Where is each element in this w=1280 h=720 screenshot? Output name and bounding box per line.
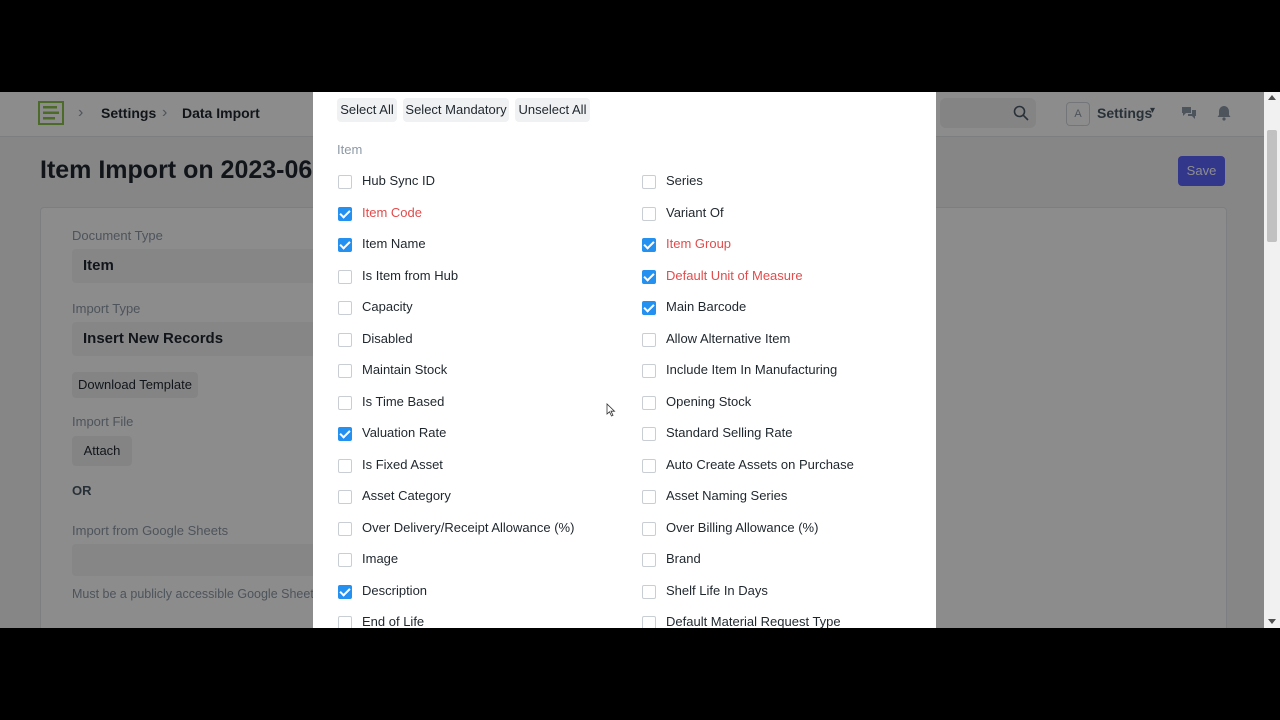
checkbox[interactable] [338, 269, 352, 284]
field-label: Is Time Based [362, 393, 445, 409]
checkbox[interactable] [338, 553, 352, 567]
checkbox[interactable] [642, 584, 656, 599]
checkbox[interactable] [642, 553, 656, 567]
checkbox-checked[interactable] [338, 584, 352, 599]
field-label: Variant Of [666, 204, 724, 220]
field-label: End of Life [362, 614, 425, 628]
field-label: Shelf Life In Days [666, 582, 768, 598]
checkbox[interactable] [338, 332, 352, 347]
checkbox[interactable] [338, 521, 352, 536]
field-label: Allow Alternative Item [666, 330, 791, 346]
checkbox[interactable] [642, 175, 656, 189]
checkbox[interactable] [338, 301, 352, 315]
field-label: Brand [666, 551, 701, 566]
mouse-pointer-icon [606, 403, 616, 417]
checkbox-checked[interactable] [338, 238, 352, 252]
field-label: Item Name [362, 236, 426, 251]
field-label: Default Unit of Measure [666, 267, 803, 283]
field-label: Auto Create Assets on Purchase [666, 456, 854, 472]
checkbox[interactable] [642, 616, 656, 628]
checkbox[interactable] [642, 427, 656, 441]
checkbox-checked[interactable] [642, 238, 656, 252]
scroll-up-icon[interactable] [1268, 95, 1276, 100]
checkbox[interactable] [642, 521, 656, 536]
field-label: Asset Naming Series [666, 488, 788, 503]
field-label: Include Item In Manufacturing [666, 362, 838, 377]
field-label: Default Material Request Type [666, 614, 841, 628]
field-label: Over Delivery/Receipt Allowance (%) [362, 519, 575, 535]
field-label: Is Fixed Asset [362, 456, 443, 472]
field-label: Maintain Stock [362, 362, 448, 377]
field-label: Valuation Rate [362, 425, 447, 440]
checkbox[interactable] [642, 458, 656, 473]
field-label: Opening Stock [666, 393, 752, 409]
select-all-button[interactable]: Select All [337, 98, 397, 122]
field-label: Disabled [362, 330, 413, 346]
checkbox[interactable] [338, 395, 352, 410]
page-scrollbar[interactable] [1264, 92, 1280, 628]
checkbox-checked[interactable] [338, 206, 352, 221]
field-label: Series [666, 173, 703, 188]
checkbox[interactable] [642, 490, 656, 504]
field-label: Over Billing Allowance (%) [666, 519, 819, 535]
field-label: Description [362, 582, 428, 598]
field-label: Item Group [666, 236, 732, 251]
field-label: Main Barcode [666, 299, 747, 314]
checkbox[interactable] [642, 395, 656, 410]
field-label: Is Item from Hub [362, 267, 459, 283]
unselect-all-button[interactable]: Unselect All [515, 98, 590, 122]
checkbox[interactable] [338, 364, 352, 378]
checkbox[interactable] [338, 490, 352, 504]
checkbox-checked[interactable] [642, 301, 656, 315]
checkbox[interactable] [642, 364, 656, 378]
checkbox[interactable] [338, 616, 352, 628]
field-label: Item Code [362, 204, 422, 220]
checkbox[interactable] [338, 175, 352, 189]
scrollbar-thumb[interactable] [1267, 130, 1277, 242]
section-label-item: Item [337, 142, 363, 157]
field-label: Standard Selling Rate [666, 425, 793, 440]
checkbox[interactable] [642, 332, 656, 347]
field-label: Hub Sync ID [362, 173, 435, 188]
checkbox[interactable] [642, 206, 656, 221]
checkbox-checked[interactable] [642, 269, 656, 284]
checkbox[interactable] [338, 458, 352, 473]
select-mandatory-button[interactable]: Select Mandatory [403, 98, 509, 122]
scroll-down-icon[interactable] [1268, 619, 1276, 624]
field-label: Image [362, 551, 399, 566]
checkbox-checked[interactable] [338, 427, 352, 441]
browser-viewport: › Settings › Data Import A Settings ▾ It… [0, 92, 1280, 628]
select-columns-dialog: Select All Select Mandatory Unselect All… [313, 92, 936, 628]
field-label: Capacity [362, 299, 413, 314]
field-label: Asset Category [362, 488, 451, 503]
